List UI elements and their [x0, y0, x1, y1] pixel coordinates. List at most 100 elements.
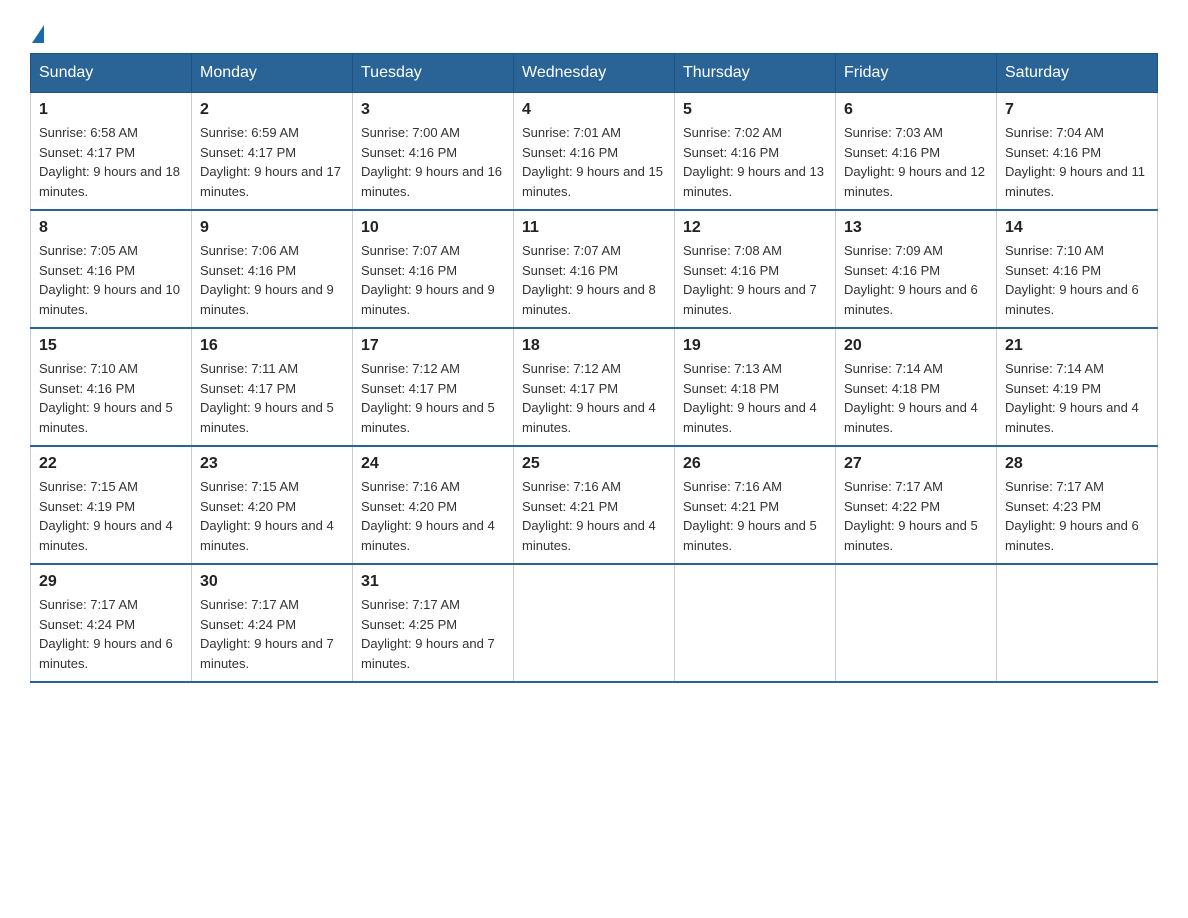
header-row: SundayMondayTuesdayWednesdayThursdayFrid…: [31, 54, 1158, 93]
day-of-week-header: Sunday: [31, 54, 192, 93]
calendar-day-cell: 8 Sunrise: 7:05 AMSunset: 4:16 PMDayligh…: [31, 210, 192, 328]
logo: [30, 20, 46, 43]
calendar-day-cell: [836, 564, 997, 682]
calendar-day-cell: 27 Sunrise: 7:17 AMSunset: 4:22 PMDaylig…: [836, 446, 997, 564]
day-info: Sunrise: 7:04 AMSunset: 4:16 PMDaylight:…: [1005, 125, 1145, 199]
calendar-day-cell: [675, 564, 836, 682]
day-info: Sunrise: 7:06 AMSunset: 4:16 PMDaylight:…: [200, 243, 334, 317]
calendar-day-cell: 2 Sunrise: 6:59 AMSunset: 4:17 PMDayligh…: [192, 93, 353, 211]
day-number: 18: [522, 337, 666, 355]
day-info: Sunrise: 7:12 AMSunset: 4:17 PMDaylight:…: [522, 361, 656, 435]
calendar-week-row: 29 Sunrise: 7:17 AMSunset: 4:24 PMDaylig…: [31, 564, 1158, 682]
day-info: Sunrise: 7:01 AMSunset: 4:16 PMDaylight:…: [522, 125, 663, 199]
calendar-day-cell: 14 Sunrise: 7:10 AMSunset: 4:16 PMDaylig…: [997, 210, 1158, 328]
day-number: 15: [39, 337, 183, 355]
day-number: 14: [1005, 219, 1149, 237]
calendar-day-cell: [514, 564, 675, 682]
calendar-day-cell: 6 Sunrise: 7:03 AMSunset: 4:16 PMDayligh…: [836, 93, 997, 211]
day-info: Sunrise: 7:17 AMSunset: 4:23 PMDaylight:…: [1005, 479, 1139, 553]
day-number: 2: [200, 101, 344, 119]
day-info: Sunrise: 7:03 AMSunset: 4:16 PMDaylight:…: [844, 125, 985, 199]
calendar-week-row: 8 Sunrise: 7:05 AMSunset: 4:16 PMDayligh…: [31, 210, 1158, 328]
day-number: 19: [683, 337, 827, 355]
day-number: 29: [39, 573, 183, 591]
calendar-day-cell: 26 Sunrise: 7:16 AMSunset: 4:21 PMDaylig…: [675, 446, 836, 564]
day-info: Sunrise: 7:13 AMSunset: 4:18 PMDaylight:…: [683, 361, 817, 435]
day-info: Sunrise: 7:17 AMSunset: 4:24 PMDaylight:…: [39, 597, 173, 671]
calendar-day-cell: 28 Sunrise: 7:17 AMSunset: 4:23 PMDaylig…: [997, 446, 1158, 564]
day-info: Sunrise: 7:12 AMSunset: 4:17 PMDaylight:…: [361, 361, 495, 435]
day-info: Sunrise: 7:17 AMSunset: 4:24 PMDaylight:…: [200, 597, 334, 671]
day-info: Sunrise: 7:17 AMSunset: 4:22 PMDaylight:…: [844, 479, 978, 553]
day-info: Sunrise: 7:16 AMSunset: 4:20 PMDaylight:…: [361, 479, 495, 553]
calendar-day-cell: 24 Sunrise: 7:16 AMSunset: 4:20 PMDaylig…: [353, 446, 514, 564]
calendar-day-cell: 13 Sunrise: 7:09 AMSunset: 4:16 PMDaylig…: [836, 210, 997, 328]
day-of-week-header: Monday: [192, 54, 353, 93]
calendar-week-row: 22 Sunrise: 7:15 AMSunset: 4:19 PMDaylig…: [31, 446, 1158, 564]
calendar-day-cell: 1 Sunrise: 6:58 AMSunset: 4:17 PMDayligh…: [31, 93, 192, 211]
calendar-week-row: 1 Sunrise: 6:58 AMSunset: 4:17 PMDayligh…: [31, 93, 1158, 211]
calendar-day-cell: 5 Sunrise: 7:02 AMSunset: 4:16 PMDayligh…: [675, 93, 836, 211]
day-info: Sunrise: 7:02 AMSunset: 4:16 PMDaylight:…: [683, 125, 824, 199]
calendar-day-cell: 9 Sunrise: 7:06 AMSunset: 4:16 PMDayligh…: [192, 210, 353, 328]
calendar-day-cell: 21 Sunrise: 7:14 AMSunset: 4:19 PMDaylig…: [997, 328, 1158, 446]
calendar-day-cell: 25 Sunrise: 7:16 AMSunset: 4:21 PMDaylig…: [514, 446, 675, 564]
day-number: 17: [361, 337, 505, 355]
day-number: 7: [1005, 101, 1149, 119]
day-of-week-header: Tuesday: [353, 54, 514, 93]
calendar-day-cell: 22 Sunrise: 7:15 AMSunset: 4:19 PMDaylig…: [31, 446, 192, 564]
day-number: 20: [844, 337, 988, 355]
calendar-body: 1 Sunrise: 6:58 AMSunset: 4:17 PMDayligh…: [31, 93, 1158, 683]
day-number: 21: [1005, 337, 1149, 355]
day-number: 16: [200, 337, 344, 355]
calendar-day-cell: 4 Sunrise: 7:01 AMSunset: 4:16 PMDayligh…: [514, 93, 675, 211]
day-number: 3: [361, 101, 505, 119]
day-number: 13: [844, 219, 988, 237]
calendar-day-cell: 29 Sunrise: 7:17 AMSunset: 4:24 PMDaylig…: [31, 564, 192, 682]
day-info: Sunrise: 7:15 AMSunset: 4:19 PMDaylight:…: [39, 479, 173, 553]
calendar-day-cell: 16 Sunrise: 7:11 AMSunset: 4:17 PMDaylig…: [192, 328, 353, 446]
calendar-header: SundayMondayTuesdayWednesdayThursdayFrid…: [31, 54, 1158, 93]
calendar-day-cell: 10 Sunrise: 7:07 AMSunset: 4:16 PMDaylig…: [353, 210, 514, 328]
calendar-day-cell: 30 Sunrise: 7:17 AMSunset: 4:24 PMDaylig…: [192, 564, 353, 682]
day-number: 12: [683, 219, 827, 237]
day-number: 5: [683, 101, 827, 119]
day-of-week-header: Friday: [836, 54, 997, 93]
day-info: Sunrise: 7:15 AMSunset: 4:20 PMDaylight:…: [200, 479, 334, 553]
logo-triangle-icon: [32, 25, 44, 43]
calendar-day-cell: 17 Sunrise: 7:12 AMSunset: 4:17 PMDaylig…: [353, 328, 514, 446]
day-number: 10: [361, 219, 505, 237]
day-number: 11: [522, 219, 666, 237]
day-number: 9: [200, 219, 344, 237]
day-number: 30: [200, 573, 344, 591]
day-info: Sunrise: 7:08 AMSunset: 4:16 PMDaylight:…: [683, 243, 817, 317]
day-number: 6: [844, 101, 988, 119]
calendar-day-cell: 31 Sunrise: 7:17 AMSunset: 4:25 PMDaylig…: [353, 564, 514, 682]
day-of-week-header: Saturday: [997, 54, 1158, 93]
calendar-day-cell: [997, 564, 1158, 682]
day-number: 23: [200, 455, 344, 473]
calendar-table: SundayMondayTuesdayWednesdayThursdayFrid…: [30, 53, 1158, 683]
day-number: 22: [39, 455, 183, 473]
day-info: Sunrise: 7:14 AMSunset: 4:19 PMDaylight:…: [1005, 361, 1139, 435]
calendar-week-row: 15 Sunrise: 7:10 AMSunset: 4:16 PMDaylig…: [31, 328, 1158, 446]
day-info: Sunrise: 7:00 AMSunset: 4:16 PMDaylight:…: [361, 125, 502, 199]
calendar-day-cell: 11 Sunrise: 7:07 AMSunset: 4:16 PMDaylig…: [514, 210, 675, 328]
day-number: 8: [39, 219, 183, 237]
day-number: 28: [1005, 455, 1149, 473]
day-info: Sunrise: 7:16 AMSunset: 4:21 PMDaylight:…: [522, 479, 656, 553]
day-number: 24: [361, 455, 505, 473]
day-number: 1: [39, 101, 183, 119]
day-info: Sunrise: 7:09 AMSunset: 4:16 PMDaylight:…: [844, 243, 978, 317]
calendar-day-cell: 20 Sunrise: 7:14 AMSunset: 4:18 PMDaylig…: [836, 328, 997, 446]
day-info: Sunrise: 7:14 AMSunset: 4:18 PMDaylight:…: [844, 361, 978, 435]
day-info: Sunrise: 7:16 AMSunset: 4:21 PMDaylight:…: [683, 479, 817, 553]
calendar-day-cell: 15 Sunrise: 7:10 AMSunset: 4:16 PMDaylig…: [31, 328, 192, 446]
page-header: [30, 20, 1158, 43]
day-info: Sunrise: 7:07 AMSunset: 4:16 PMDaylight:…: [361, 243, 495, 317]
day-info: Sunrise: 7:10 AMSunset: 4:16 PMDaylight:…: [39, 361, 173, 435]
day-info: Sunrise: 7:07 AMSunset: 4:16 PMDaylight:…: [522, 243, 656, 317]
calendar-day-cell: 7 Sunrise: 7:04 AMSunset: 4:16 PMDayligh…: [997, 93, 1158, 211]
day-of-week-header: Thursday: [675, 54, 836, 93]
day-number: 25: [522, 455, 666, 473]
